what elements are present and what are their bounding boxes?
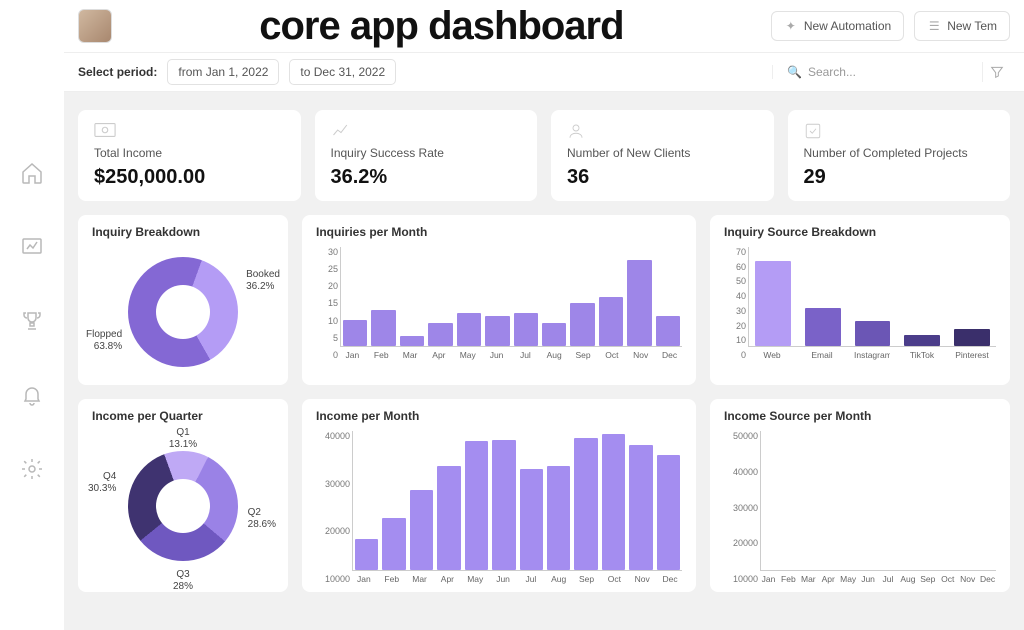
chart-income-per-month: Income per Month 40000300002000010000Jan… [302,399,696,592]
user-icon [567,122,758,140]
kpi-label: Inquiry Success Rate [331,146,522,160]
stacked-bar-chart [760,431,996,571]
topbar: core app dashboard ✦ New Automation ☰ New … [64,0,1024,52]
donut-label-q2: Q228.6% [248,507,276,531]
home-icon[interactable] [19,160,45,186]
content: Total Income $250,000.00 Inquiry Success… [64,92,1024,630]
search-placeholder: Search... [808,65,856,79]
automation-icon: ✦ [784,19,798,33]
donut-label-q4: Q430.3% [88,471,116,495]
kpi-label: Total Income [94,146,285,160]
new-template-label: New Tem [947,19,997,33]
bell-icon[interactable] [19,382,45,408]
kpi-value: 36.2% [331,166,522,189]
chart-title: Income Source per Month [724,409,996,423]
page-title: core app dashboard [122,4,761,49]
check-icon [804,122,995,140]
bar-chart [352,431,682,571]
chart-inquiries-per-month: Inquiries per Month 302520151050JanFebMa… [302,215,696,385]
chart-inquiry-source: Inquiry Source Breakdown 706050403020100… [710,215,1010,385]
kpi-label: Number of Completed Projects [804,146,995,160]
nav-rail [0,0,64,630]
chart-title: Inquiry Breakdown [92,225,274,239]
kpi-value: $250,000.00 [94,166,285,189]
chart-title: Income per Month [316,409,682,423]
kpi-label: Number of New Clients [567,146,758,160]
new-template-button[interactable]: ☰ New Tem [914,11,1010,41]
chart-inquiry-breakdown: Inquiry Breakdown Booked36.2% Flopped63.… [78,215,288,385]
donut-label-flopped: Flopped63.8% [86,329,122,353]
donut-chart [128,451,238,561]
kpi-success-rate: Inquiry Success Rate 36.2% [315,110,538,201]
bar-chart [340,247,682,347]
avatar[interactable] [78,9,112,43]
chart-title: Inquiries per Month [316,225,682,239]
growth-icon [331,122,522,140]
kpi-completed-projects: Number of Completed Projects 29 [788,110,1011,201]
search-icon: 🔍 [787,65,802,79]
period-bar: Select period: from Jan 1, 2022 to Dec 3… [64,52,1024,92]
money-icon [94,122,285,140]
donut-label-booked: Booked36.2% [246,269,280,293]
bar-chart [748,247,996,347]
analytics-icon[interactable] [19,234,45,260]
new-automation-label: New Automation [804,19,891,33]
period-to[interactable]: to Dec 31, 2022 [289,59,396,85]
donut-label-q3: Q328% [173,569,193,593]
kpi-total-income: Total Income $250,000.00 [78,110,301,201]
chart-income-source-per-month: Income Source per Month 5000040000300002… [710,399,1010,592]
chart-income-per-quarter: Income per Quarter Q113.1% Q228.6% Q328%… [78,399,288,592]
search-input[interactable]: 🔍 Search... [772,65,972,79]
chart-title: Inquiry Source Breakdown [724,225,996,239]
chart-title: Income per Quarter [92,409,274,423]
period-from[interactable]: from Jan 1, 2022 [167,59,279,85]
trophy-icon[interactable] [19,308,45,334]
new-automation-button[interactable]: ✦ New Automation [771,11,904,41]
kpi-value: 36 [567,166,758,189]
donut-label-q1: Q113.1% [169,427,197,451]
filter-icon[interactable] [982,62,1010,82]
kpi-new-clients: Number of New Clients 36 [551,110,774,201]
kpi-value: 29 [804,166,995,189]
template-icon: ☰ [927,19,941,33]
donut-chart [128,257,238,367]
gear-icon[interactable] [19,456,45,482]
period-label: Select period: [78,65,157,79]
